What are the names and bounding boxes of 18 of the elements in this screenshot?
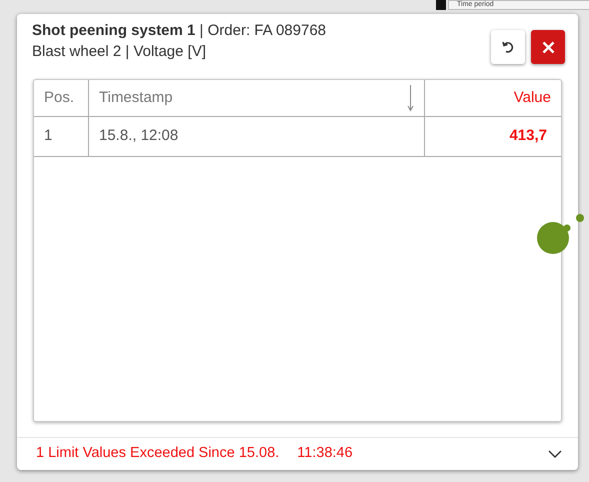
reset-button[interactable]: [491, 30, 525, 64]
sort-arrow-icon: [407, 84, 414, 112]
undo-icon: [501, 40, 515, 54]
column-header[interactable]: Timestamp: [89, 80, 425, 116]
table-cell: 15.8., 12:08: [89, 117, 425, 156]
limit-message: 1 Limit Values Exceeded Since 15.08.: [36, 444, 280, 464]
dialog-title: Shot peening system 1 | Order: FA 089768: [32, 21, 326, 41]
table-cell: 1: [34, 117, 89, 156]
close-icon: [542, 40, 554, 54]
dialog-subtitle: Blast wheel 2 | Voltage [V]: [32, 42, 208, 62]
close-button[interactable]: [531, 30, 565, 64]
dots-drawing: [537, 212, 585, 255]
table-cell-text: 413,7: [508, 126, 548, 146]
color-swatch: [436, 0, 446, 10]
chevron-icon: [548, 450, 562, 458]
column-header[interactable]: Value: [425, 80, 561, 116]
limit-time: 11:38:46: [297, 444, 353, 464]
column-header[interactable]: Pos.: [34, 80, 89, 116]
